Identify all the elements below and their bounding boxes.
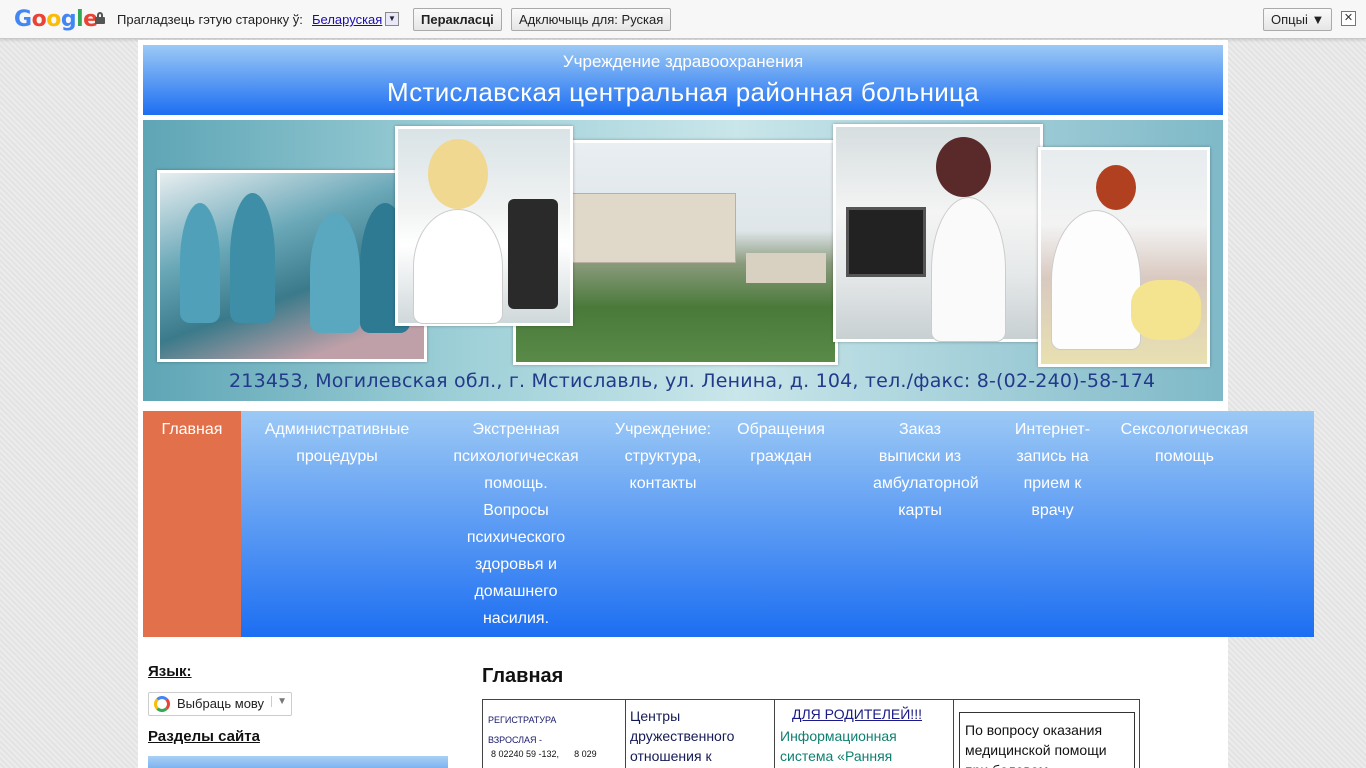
registry-phones: 8 02240 59 -132, 8 029 (491, 749, 597, 759)
header-subtitle: Учреждение здравоохранения (562, 52, 804, 71)
language-label: Язык: (148, 663, 192, 680)
pain-help-cell: По вопросу оказания медицинской помощи п… (954, 700, 1140, 768)
youth-centers-text[interactable]: Центры дружественного отношения к (630, 706, 774, 766)
page-title: Главная (482, 665, 564, 687)
youth-centers-cell: Центры дружественного отношения к (626, 700, 775, 768)
target-language-link[interactable]: Беларуская (312, 12, 382, 27)
sections-label[interactable]: Разделы сайта (148, 728, 260, 745)
lab-doctor-photo (395, 126, 573, 326)
pain-help-box[interactable]: По вопросу оказания медицинской помощи п… (959, 712, 1135, 768)
site-header: Учреждение здравоохранения Мстиславская … (143, 45, 1223, 115)
address-text: 213453, Могилевская обл., г. Мстиславль,… (229, 370, 1156, 392)
nav-item-online-booking[interactable]: Интернет-запись на прием к врачу (1005, 411, 1100, 637)
google-logo: Google (14, 7, 98, 32)
info-table: РЕГИСТРАТУРА ВЗРОСЛАЯ - 8 02240 59 -132,… (482, 699, 1140, 768)
registry-cell: РЕГИСТРАТУРА ВЗРОСЛАЯ - 8 02240 59 -132,… (483, 700, 626, 768)
page-container: Учреждение здравоохранения Мстиславская … (138, 40, 1314, 768)
info-system-text[interactable]: Информационная система «Ранняя (780, 726, 953, 766)
nav-item-sexology[interactable]: Сексологическая помощь (1100, 411, 1314, 637)
close-icon[interactable]: ✕ (1341, 11, 1356, 26)
main-navigation: Главная Административные процедуры Экстр… (143, 411, 1314, 637)
translate-prompt: Прагладзець гэтую старонку ў: (117, 12, 303, 27)
google-g-icon (154, 696, 170, 712)
header-title: Мстиславская центральная районная больни… (386, 77, 980, 107)
language-select[interactable]: Выбраць мову ▼ (148, 692, 292, 716)
nav-item-records[interactable]: Заказ выписки из амбулаторной карты (835, 411, 1005, 637)
nav-item-appeals[interactable]: Обращения граждан (727, 411, 835, 637)
lock-icon (95, 12, 105, 24)
nav-item-admin-procedures[interactable]: Административные процедуры (241, 411, 433, 637)
parents-cell: ДЛЯ РОДИТЕЛЕЙ!!! Информационная система … (775, 700, 954, 768)
nav-item-structure[interactable]: Учреждение: структура, контакты (599, 411, 727, 637)
language-select-value: Выбраць мову (177, 696, 265, 711)
nav-item-home[interactable]: Главная (143, 411, 241, 637)
chevron-down-icon: ▼ (271, 696, 287, 707)
options-button[interactable]: Опцыі ▼ (1263, 8, 1333, 31)
translate-button[interactable]: Перакласці (413, 8, 502, 31)
ultrasound-doctor-photo (833, 124, 1043, 342)
parents-link[interactable]: ДЛЯ РОДИТЕЛЕЙ!!! (792, 706, 922, 722)
nav-item-psych-help[interactable]: Экстренная психологическая помощь. Вопро… (433, 411, 599, 637)
registry-label: РЕГИСТРАТУРА ВЗРОСЛАЯ - (488, 715, 557, 745)
chevron-down-icon[interactable]: ▼ (385, 12, 399, 26)
pediatric-photo (1038, 147, 1210, 367)
surgery-photo (157, 170, 427, 362)
disable-translate-button[interactable]: Адключыць для: Руская (511, 8, 672, 31)
translate-bar: Google Прагладзець гэтую старонку ў: Бел… (0, 0, 1366, 39)
banner-image: 213453, Могилевская обл., г. Мстиславль,… (143, 120, 1223, 401)
sections-menu[interactable] (148, 756, 448, 768)
